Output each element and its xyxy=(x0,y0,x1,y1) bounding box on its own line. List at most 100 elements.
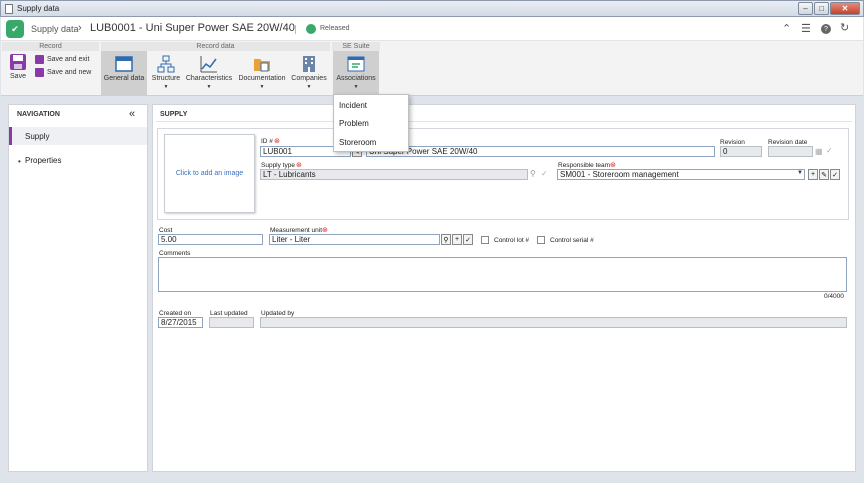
window-icon xyxy=(115,56,133,72)
comments-label: Comments xyxy=(159,250,191,257)
control-lot-checkbox[interactable] xyxy=(481,236,489,244)
control-lot-label: Control lot # xyxy=(494,237,530,244)
associations-icon xyxy=(347,56,365,72)
status-badge: Released xyxy=(320,25,350,32)
save-and-exit-icon xyxy=(35,55,44,64)
cost-field[interactable]: 5.00 xyxy=(158,234,263,245)
menu-item-incident[interactable]: Incident xyxy=(339,101,367,110)
save-label: Save xyxy=(10,73,26,80)
section-title: SUPPLY xyxy=(160,111,188,118)
supply-type-label: Supply type xyxy=(261,162,295,169)
clear-date-icon[interactable]: ✓ xyxy=(826,146,833,155)
chevron-down-icon[interactable]: ▼ xyxy=(797,170,803,176)
refresh-icon[interactable]: ↻ xyxy=(840,21,849,34)
nav-item-properties[interactable]: Properties xyxy=(25,156,61,165)
structure-button[interactable]: Structure ▼ xyxy=(149,55,183,90)
companies-caret-icon: ▼ xyxy=(306,84,312,90)
documentation-caret-icon: ▼ xyxy=(259,84,265,90)
save-and-exit-label: Save and exit xyxy=(47,56,90,63)
search-icon[interactable]: ⚲ xyxy=(530,169,536,178)
edit-team-button[interactable]: ✎ xyxy=(819,169,829,180)
released-status-icon xyxy=(306,24,316,34)
measurement-unit-field[interactable]: Liter - Liter xyxy=(269,234,440,245)
last-updated-label: Last updated xyxy=(210,310,248,317)
control-serial-label: Control serial # xyxy=(550,237,594,244)
menu-item-problem[interactable]: Problem xyxy=(339,119,369,128)
calendar-icon[interactable]: ▦ xyxy=(815,147,823,156)
responsible-team-label: Responsible team xyxy=(558,162,611,169)
ribbon-group-record: Record xyxy=(2,42,99,51)
close-window-button[interactable]: ✕ xyxy=(830,2,860,15)
created-on-field: 8/27/2015 xyxy=(158,317,203,328)
associations-dropdown-menu: Incident Problem Storeroom xyxy=(333,94,409,152)
breadcrumb-module[interactable]: Supply data xyxy=(31,24,79,34)
maximize-button[interactable]: □ xyxy=(814,2,829,15)
required-icon: ⊛ xyxy=(322,227,328,234)
revision-date-label: Revision date xyxy=(768,139,808,146)
measurement-unit-label: Measurement unit xyxy=(270,227,323,234)
structure-caret-icon: ▼ xyxy=(163,84,169,90)
required-icon: ⊛ xyxy=(296,162,302,169)
required-icon: ⊛ xyxy=(274,138,280,145)
help-icon[interactable]: ? xyxy=(821,24,831,34)
add-unit-button[interactable]: + xyxy=(452,234,462,245)
save-and-new-icon xyxy=(35,68,44,77)
associations-button[interactable]: Associations ▼ xyxy=(333,51,379,94)
navigation-title: NAVIGATION xyxy=(17,111,60,118)
responsible-team-select[interactable]: SM001 - Storeroom management xyxy=(557,169,805,180)
building-icon xyxy=(303,56,315,72)
comments-counter: 0/4000 xyxy=(824,293,844,300)
save-and-exit-button[interactable]: Save and exit xyxy=(35,55,89,64)
collapse-panel-icon[interactable]: « xyxy=(129,108,135,120)
menu-item-storeroom[interactable]: Storeroom xyxy=(339,138,376,147)
general-data-button[interactable]: General data xyxy=(101,51,147,96)
comments-textarea[interactable] xyxy=(158,257,847,292)
clear-icon[interactable]: ✓ xyxy=(541,169,548,178)
collapse-up-icon[interactable]: ⌃ xyxy=(782,22,791,35)
header-divider xyxy=(295,25,296,34)
companies-button[interactable]: Companies ▼ xyxy=(290,55,328,90)
add-team-button[interactable]: + xyxy=(808,169,818,180)
characteristics-button[interactable]: Characteristics ▼ xyxy=(185,55,233,90)
control-serial-checkbox[interactable] xyxy=(537,236,545,244)
document-icon xyxy=(5,3,13,14)
updated-by-label: Updated by xyxy=(261,310,295,317)
supply-type-field: LT - Lubricants xyxy=(260,169,528,180)
name-field[interactable]: Uni Super Power SAE 20W/40 xyxy=(366,146,715,157)
required-icon: ⊛ xyxy=(610,162,616,169)
documentation-button[interactable]: Documentation ▼ xyxy=(237,55,287,90)
list-menu-icon[interactable]: ☰ xyxy=(801,22,811,35)
ribbon-group-se-suite: SE Suite xyxy=(332,42,380,51)
search-unit-button[interactable]: ⚲ xyxy=(441,234,451,245)
general-data-label: General data xyxy=(103,75,145,82)
nav-bullet-icon: • xyxy=(18,157,21,166)
save-button[interactable]: Save xyxy=(4,53,32,80)
line-chart-icon xyxy=(200,56,217,73)
associations-caret-icon: ▼ xyxy=(353,84,359,90)
structure-icon xyxy=(157,55,175,73)
minimize-button[interactable]: – xyxy=(798,2,813,15)
id-label: ID # xyxy=(261,138,273,145)
window-title-bar: Supply data – □ ✕ xyxy=(0,0,864,17)
structure-label: Structure xyxy=(151,75,181,82)
image-upload-area[interactable]: Click to add an image xyxy=(164,134,255,213)
documentation-label: Documentation xyxy=(238,75,286,82)
image-upload-label: Click to add an image xyxy=(175,170,244,177)
se-suite-logo-icon: ✔ xyxy=(6,20,24,38)
nav-item-supply[interactable]: Supply xyxy=(9,127,147,145)
cost-label: Cost xyxy=(159,227,173,234)
last-updated-field xyxy=(209,317,254,328)
save-icon xyxy=(10,54,26,70)
clear-unit-button[interactable]: ✓ xyxy=(463,234,473,245)
clear-team-button[interactable]: ✓ xyxy=(830,169,840,180)
characteristics-caret-icon: ▼ xyxy=(206,84,212,90)
save-and-new-button[interactable]: Save and new xyxy=(35,68,91,77)
revision-field: 0 xyxy=(720,146,762,157)
associations-label: Associations xyxy=(336,75,376,82)
revision-date-field xyxy=(768,146,813,157)
window-title: Supply data xyxy=(17,4,60,13)
created-on-label: Created on xyxy=(159,310,192,317)
nav-item-supply-label: Supply xyxy=(25,132,50,141)
breadcrumb-separator-icon: › xyxy=(78,22,82,34)
updated-by-field xyxy=(260,317,847,328)
